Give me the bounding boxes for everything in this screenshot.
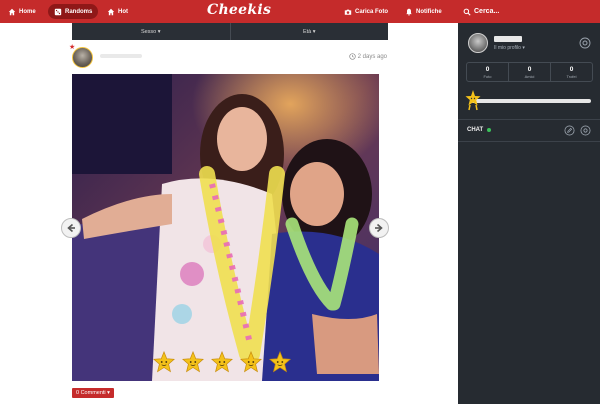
- online-status-dot: [487, 128, 492, 132]
- stat-friends-label: Amici: [524, 73, 535, 79]
- settings-button[interactable]: [579, 37, 591, 49]
- sex-filter-dropdown[interactable]: Sesso ▾: [72, 23, 230, 40]
- rating-star-5[interactable]: [269, 350, 291, 373]
- search-icon: [463, 8, 471, 16]
- chat-label: CHAT: [467, 127, 484, 133]
- user-stats: 0 Foto 0 Amici 0 Trofei: [466, 62, 593, 82]
- star-face-icon: [182, 350, 204, 373]
- user-name[interactable]: [494, 36, 522, 42]
- rating-star-3[interactable]: [211, 350, 233, 373]
- chat-edit-button[interactable]: [564, 125, 575, 136]
- edit-icon: [564, 125, 575, 136]
- stat-trophies[interactable]: 0 Trofei: [550, 63, 592, 81]
- top-navigation-bar: Home Randoms Hot Cheekis Carica Foto Not…: [0, 0, 600, 23]
- right-sidebar: Il mio profilo ▾ 0 Foto 0 Amici 0 Trofei…: [458, 23, 600, 404]
- gear-icon: [579, 37, 591, 49]
- nav-hot[interactable]: Hot: [107, 0, 128, 23]
- star-mascot-icon: [465, 90, 481, 111]
- post-timestamp: 2 days ago: [348, 53, 387, 60]
- stat-trophies-label: Trofei: [566, 73, 577, 79]
- clock-icon: [348, 53, 356, 60]
- post-photo[interactable]: [72, 74, 379, 381]
- age-filter-dropdown[interactable]: Età ▾: [229, 23, 389, 40]
- stat-photos-label: Foto: [483, 73, 492, 79]
- stat-friends[interactable]: 0 Amici: [508, 63, 550, 81]
- sidebar-divider: [458, 119, 600, 120]
- star-face-icon: [211, 350, 233, 373]
- search-box[interactable]: Cerca...: [463, 0, 499, 23]
- bell-icon: [406, 8, 412, 16]
- level-star-icon: [465, 89, 481, 111]
- stat-friends-value: 0: [527, 65, 532, 73]
- nav-randoms[interactable]: Randoms: [48, 4, 99, 19]
- stat-photos-value: 0: [485, 65, 490, 73]
- post-author-avatar[interactable]: [72, 47, 93, 68]
- rating-star-4[interactable]: [240, 350, 262, 373]
- nav-notifications[interactable]: Notifiche: [405, 0, 442, 23]
- star-face-icon: [240, 350, 262, 373]
- next-photo-button[interactable]: [369, 218, 389, 238]
- nav-hot-label: Hot: [118, 8, 128, 15]
- nav-home-label: Home: [19, 8, 36, 15]
- post-author-name[interactable]: [100, 54, 142, 58]
- rating-stars: [153, 350, 291, 373]
- arrow-left-icon: [67, 223, 75, 233]
- search-placeholder: Cerca...: [474, 8, 500, 15]
- home-icon: [107, 8, 115, 15]
- rating-star-2[interactable]: [182, 350, 204, 373]
- nav-upload-photo[interactable]: Carica Foto: [344, 0, 388, 23]
- nav-randoms-label: Randoms: [65, 8, 93, 15]
- previous-photo-button[interactable]: [61, 218, 81, 238]
- user-avatar[interactable]: [468, 33, 488, 53]
- camera-icon: [344, 9, 352, 15]
- nav-home[interactable]: Home: [8, 0, 36, 23]
- star-badge-icon: ★: [69, 44, 76, 51]
- level-progress-bar: [471, 99, 591, 103]
- post-timestamp-text: 2 days ago: [357, 53, 387, 60]
- photo-image: [72, 74, 379, 381]
- nav-upload-label: Carica Foto: [355, 8, 389, 15]
- comments-button[interactable]: 0 Commenti ▾: [72, 388, 114, 398]
- sidebar-divider: [458, 141, 600, 142]
- home-icon: [8, 8, 16, 15]
- stat-trophies-value: 0: [569, 65, 574, 73]
- dice-icon: [54, 8, 62, 15]
- arrow-right-icon: [375, 223, 383, 233]
- nav-notifications-label: Notifiche: [416, 8, 442, 15]
- star-face-icon: [153, 350, 175, 373]
- chat-settings-button[interactable]: [580, 125, 591, 136]
- rating-star-1[interactable]: [153, 350, 175, 373]
- chat-header: CHAT: [467, 127, 492, 133]
- cheekis-logo[interactable]: Cheekis: [207, 2, 271, 18]
- filter-bar: Sesso ▾ Età ▾: [72, 23, 388, 40]
- star-face-icon: [269, 350, 291, 373]
- stat-photos[interactable]: 0 Foto: [467, 63, 508, 81]
- my-profile-link[interactable]: Il mio profilo ▾: [494, 45, 525, 51]
- gear-icon: [580, 125, 591, 136]
